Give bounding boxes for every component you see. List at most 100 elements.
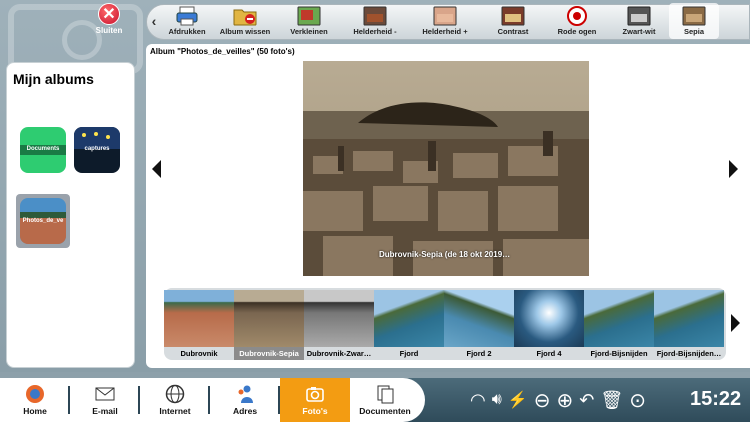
taskbar-label: Adres — [232, 406, 258, 416]
thumbnail-label: Dubrovnik-Zwar… — [306, 349, 372, 358]
thumbnail-label: Fjord — [399, 349, 419, 358]
undo-icon[interactable]: ↶ — [579, 390, 594, 411]
thumbnail-fjord-2[interactable]: Fjord 2 — [444, 290, 514, 360]
taskbar-label: E-mail — [92, 406, 118, 416]
toolbar-label: Zwart-wit — [622, 27, 656, 36]
toolbar-label: Helderheid - — [353, 27, 397, 36]
toolbar-label: Afdrukken — [168, 27, 206, 36]
taskbar-label: Home — [23, 406, 47, 416]
volume-icon[interactable]: 🔊︎ — [492, 391, 502, 409]
printer-icon — [176, 6, 198, 26]
wifi-icon[interactable]: ◠ — [470, 390, 486, 411]
thumbnail-label: Fjord 2 — [466, 349, 492, 358]
album-documents[interactable]: Documents — [20, 127, 66, 173]
thumbnail-fjord-4[interactable]: Fjord 4 — [514, 290, 584, 360]
resize-icon — [297, 6, 321, 26]
album-header: Album "Photos_de_veilles" (50 foto's) — [150, 47, 295, 56]
toolbar-label: Verkleinen — [290, 27, 328, 36]
help-icon[interactable]: ⊙ — [629, 388, 646, 413]
black-white-button[interactable]: Zwart-wit — [609, 3, 669, 39]
sepia-icon — [682, 6, 706, 26]
toolbar-label: Contrast — [497, 27, 529, 36]
taskbar-address[interactable]: Adres — [210, 378, 280, 422]
brightness-up-icon — [433, 6, 457, 26]
thumbnail-image — [584, 290, 654, 347]
battery-icon: ⚡ — [507, 392, 528, 409]
toolbar-label: Album wissen — [219, 27, 271, 36]
taskbar-label: Internet — [159, 406, 191, 416]
documents-icon — [377, 385, 394, 404]
previous-photo-icon[interactable] — [152, 160, 161, 178]
photo-image — [303, 61, 589, 276]
main-photo[interactable]: Dubrovnik-Sepia (de 18 okt 2019… — [303, 61, 589, 276]
sepia-button[interactable]: Sepia — [669, 3, 719, 39]
thumbnail-dubrovnik-zwart[interactable]: Dubrovnik-Zwar… — [304, 290, 374, 360]
black-white-icon — [627, 6, 651, 26]
close-label: Sluiten — [95, 26, 123, 35]
thumbnail-image — [514, 290, 584, 347]
albums-sidebar: Mijn albums Documents captures Photos_de… — [6, 62, 135, 368]
album-label: captures — [84, 146, 110, 152]
brightness-up-button[interactable]: Helderheid + — [409, 3, 481, 39]
next-thumbnails-icon[interactable] — [731, 314, 740, 332]
red-eye-icon — [567, 6, 587, 26]
album-captures[interactable]: captures — [74, 127, 120, 173]
close-button[interactable]: ✕ Sluiten — [92, 3, 126, 37]
thumbnail-dubrovnik-sepia[interactable]: Dubrovnik-Sepia — [234, 290, 304, 360]
sidebar-title: Mijn albums — [13, 71, 94, 87]
thumbnail-image — [444, 290, 514, 347]
taskbar-home[interactable]: Home — [0, 378, 70, 422]
brightness-down-button[interactable]: Helderheid - — [341, 3, 409, 39]
contrast-button[interactable]: Contrast — [481, 3, 545, 39]
folder-delete-icon — [233, 9, 257, 26]
taskbar-email[interactable]: E-mail — [70, 378, 140, 422]
photo-toolbar: ‹ Afdrukken Album wissen Verkleinen Held… — [146, 3, 750, 40]
print-button[interactable]: Afdrukken — [161, 3, 213, 39]
trash-icon[interactable]: 🗑︎ — [600, 390, 623, 411]
toolbar-label: Helderheid + — [422, 27, 468, 36]
thumbnail-label: Dubrovnik — [180, 349, 218, 358]
photo-viewer: Album "Photos_de_veilles" (50 foto's) Du… — [146, 44, 750, 368]
thumbnail-image — [164, 290, 234, 347]
thumbnail-fjord-bijsnijden-2[interactable]: Fjord-Bijsnijden… — [654, 290, 724, 360]
taskbar-internet[interactable]: Internet — [140, 378, 210, 422]
camera-icon — [306, 387, 324, 402]
thumbnail-image — [654, 290, 724, 347]
toolbar-label: Sepia — [683, 27, 704, 36]
thumbnail-label: Dubrovnik-Sepia — [234, 347, 304, 360]
zoom-in-icon[interactable]: ⊕ — [557, 388, 574, 413]
thumbnail-fjord-bijsnijden[interactable]: Fjord-Bijsnijden — [584, 290, 654, 360]
zoom-out-icon[interactable]: ⊖ — [534, 388, 551, 413]
toolbar-scroll-left-icon[interactable]: ‹ — [147, 3, 161, 39]
delete-album-button[interactable]: Album wissen — [213, 3, 277, 39]
thumbnail-label: Fjord-Bijsnijden — [590, 349, 648, 358]
next-photo-icon[interactable] — [729, 160, 738, 178]
thumbnail-image — [304, 290, 374, 347]
contrast-icon — [501, 6, 525, 26]
system-tray: ◠ 🔊︎ ⚡ ⊖ ⊕ ↶ 🗑︎ ⊙ — [470, 384, 652, 416]
home-icon — [26, 385, 44, 403]
thumbnail-image — [374, 290, 444, 347]
thumbnail-dubrovnik[interactable]: Dubrovnik — [164, 290, 234, 360]
taskbar-documents[interactable]: Documenten — [350, 378, 420, 422]
taskbar-label: Foto's — [302, 406, 328, 416]
contacts-icon — [238, 385, 253, 403]
resize-button[interactable]: Verkleinen — [277, 3, 341, 39]
brightness-down-icon — [363, 6, 387, 26]
toolbar-label: Rode ogen — [557, 27, 597, 36]
red-eye-button[interactable]: Rode ogen — [545, 3, 609, 39]
taskbar-label: Documenten — [359, 406, 411, 416]
taskbar-apps: Home E-mail Internet Adres Foto's Docume… — [0, 378, 425, 422]
taskbar-photos[interactable]: Foto's — [280, 378, 350, 422]
close-icon: ✕ — [98, 3, 120, 25]
thumbnail-label: Fjord-Bijsnijden… — [656, 349, 722, 358]
thumbnail-strip: Dubrovnik Dubrovnik-Sepia Dubrovnik-Zwar… — [164, 288, 726, 360]
album-photos-de-veilles[interactable]: Photos_de_ve — [16, 194, 70, 248]
album-label: Documents — [26, 146, 60, 152]
thumbnail-image — [234, 290, 304, 347]
globe-icon — [165, 384, 185, 404]
album-label: Photos_de_ve — [22, 218, 64, 224]
mail-icon — [95, 387, 115, 401]
thumbnail-fjord[interactable]: Fjord — [374, 290, 444, 360]
photo-caption: Dubrovnik-Sepia (de 18 okt 2019… — [379, 250, 511, 259]
